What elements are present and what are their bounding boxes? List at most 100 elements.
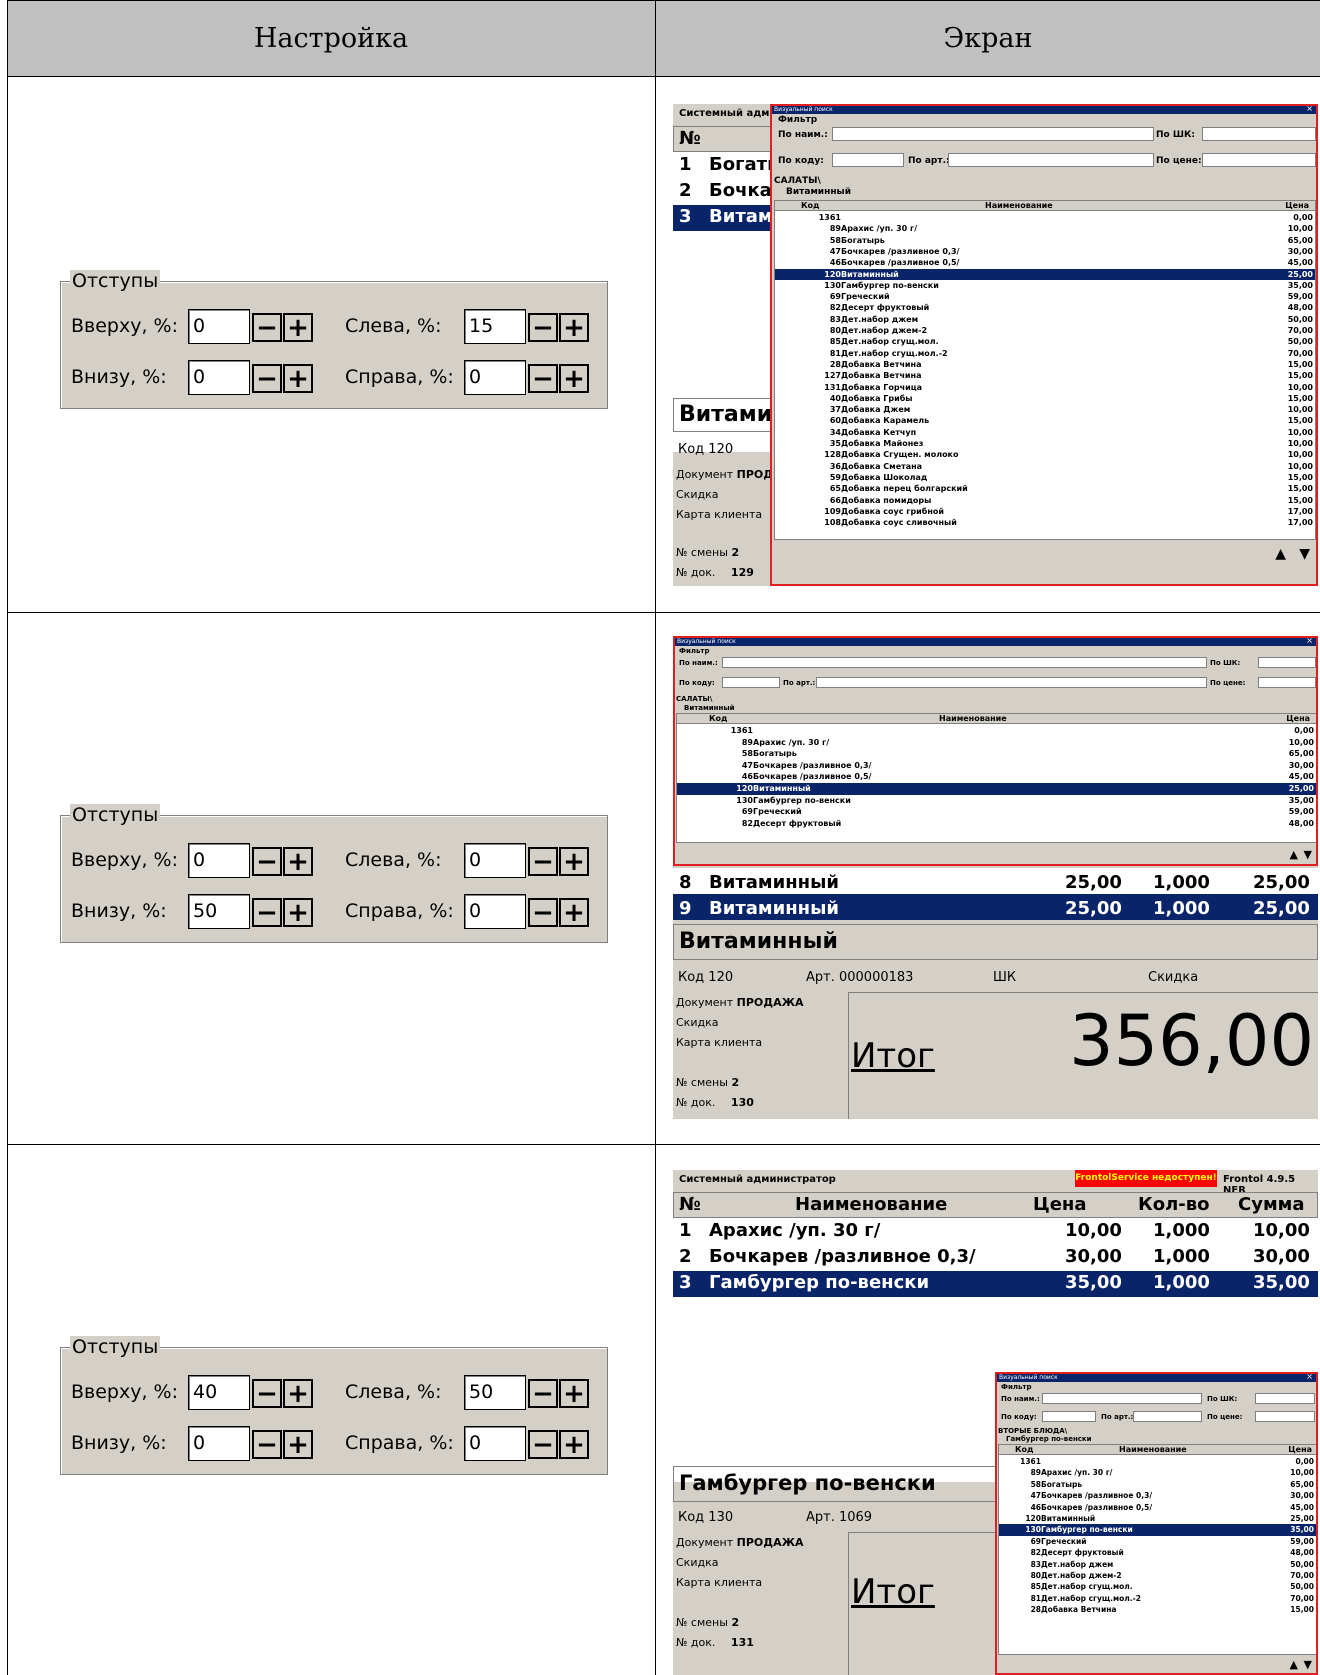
bottom-margin-decrement-button[interactable]: − — [252, 898, 282, 927]
top-margin-input[interactable]: 0 — [188, 309, 250, 344]
by-price-input[interactable] — [1255, 1411, 1315, 1422]
by-price-input[interactable] — [1258, 677, 1316, 688]
product-list-item[interactable]: 58 Богатырь 65,00 — [775, 235, 1315, 246]
top-margin-increment-button[interactable]: + — [283, 847, 313, 876]
product-list-item[interactable]: 59 Добавка Шоколад 15,00 — [775, 472, 1315, 483]
top-margin-decrement-button[interactable]: − — [252, 847, 282, 876]
top-margin-increment-button[interactable]: + — [283, 313, 313, 342]
bottom-margin-decrement-button[interactable]: − — [252, 364, 282, 393]
by-barcode-input[interactable] — [1258, 657, 1316, 668]
product-list-item[interactable]: 1361 0,00 — [999, 1456, 1316, 1467]
by-price-input[interactable] — [1202, 153, 1316, 167]
price-column-header[interactable]: Цена — [1285, 201, 1309, 210]
product-list-item[interactable]: 85 Дет.набор сгущ.мол. 50,00 — [775, 336, 1315, 347]
top-margin-input[interactable]: 0 — [188, 843, 250, 878]
by-art-input[interactable] — [816, 677, 1207, 688]
left-margin-increment-button[interactable]: + — [559, 1379, 589, 1408]
by-code-input[interactable] — [1042, 1411, 1096, 1422]
product-list-item[interactable]: 58 Богатырь 65,00 — [677, 748, 1316, 760]
product-list-item[interactable]: 89 Арахис /уп. 30 г/10,00 — [999, 1467, 1316, 1478]
product-list-item[interactable]: 81 Дет.набор сгущ.мол.-2 70,00 — [999, 1593, 1316, 1604]
code-column-header[interactable]: Код — [709, 714, 728, 723]
by-name-input[interactable] — [832, 127, 1154, 141]
product-list-item[interactable]: 46 Бочкарев /разливное 0,5/45,00 — [677, 771, 1316, 783]
product-list-item[interactable]: 58 Богатырь 65,00 — [999, 1479, 1316, 1490]
left-margin-decrement-button[interactable]: − — [528, 313, 558, 342]
right-margin-increment-button[interactable]: + — [559, 1430, 589, 1459]
scroll-down-icon[interactable]: ▼ — [1304, 1658, 1312, 1671]
product-list-item[interactable]: 82 Десерт фруктовый 48,00 — [677, 818, 1316, 830]
right-margin-input[interactable]: 0 — [464, 360, 526, 395]
bottom-margin-increment-button[interactable]: + — [283, 364, 313, 393]
right-margin-increment-button[interactable]: + — [559, 898, 589, 927]
by-code-input[interactable] — [722, 677, 780, 688]
product-list-item[interactable]: 69 Греческий 59,00 — [677, 806, 1316, 818]
scroll-up-icon[interactable]: ▲ — [1290, 1658, 1298, 1671]
code-column-header[interactable]: Код — [801, 201, 820, 210]
bottom-margin-increment-button[interactable]: + — [283, 1430, 313, 1459]
by-art-input[interactable] — [948, 153, 1154, 167]
top-margin-input[interactable]: 40 — [188, 1375, 250, 1410]
product-list-item[interactable]: 37 Добавка Джем 10,00 — [775, 404, 1315, 415]
right-margin-increment-button[interactable]: + — [559, 364, 589, 393]
price-column-header[interactable]: Цена — [1286, 714, 1310, 723]
product-list-item[interactable]: 89 Арахис /уп. 30 г/10,00 — [677, 737, 1316, 749]
product-list-item[interactable]: 28 Добавка Ветчина 15,00 — [999, 1604, 1316, 1615]
left-margin-increment-button[interactable]: + — [559, 313, 589, 342]
product-list-item[interactable]: 128 Добавка Сгущен. молоко 10,00 — [775, 449, 1315, 460]
product-list-item[interactable]: 120 Витаминный 25,00 — [999, 1513, 1316, 1524]
left-margin-increment-button[interactable]: + — [559, 847, 589, 876]
product-list-item[interactable]: 83 Дет.набор джем 50,00 — [999, 1559, 1316, 1570]
receipt-row-name[interactable]: Бочкарев /разливное 0,3/ — [709, 1246, 976, 1267]
product-list-item[interactable]: 65 Добавка перец болгарский 15,00 — [775, 483, 1315, 494]
product-list-item[interactable]: 83 Дет.набор джем 50,00 — [775, 314, 1315, 325]
bottom-margin-input[interactable]: 0 — [188, 1426, 250, 1461]
bottom-margin-decrement-button[interactable]: − — [252, 1430, 282, 1459]
by-name-input[interactable] — [1042, 1393, 1202, 1404]
product-list-item[interactable]: 28 Добавка Ветчина 15,00 — [775, 359, 1315, 370]
left-margin-input[interactable]: 50 — [464, 1375, 526, 1410]
left-margin-input[interactable]: 0 — [464, 843, 526, 878]
scroll-up-icon[interactable]: ▲ — [1290, 848, 1298, 861]
bottom-margin-input[interactable]: 50 — [188, 894, 250, 929]
product-list-item[interactable]: 66 Добавка помидоры 15,00 — [775, 495, 1315, 506]
top-margin-decrement-button[interactable]: − — [252, 1379, 282, 1408]
product-list-item[interactable]: 108 Добавка соус сливочный 17,00 — [775, 517, 1315, 528]
product-list-item[interactable]: 109 Добавка соус грибной 17,00 — [775, 506, 1315, 517]
product-list-item[interactable]: 82 Десерт фруктовый 48,00 — [999, 1547, 1316, 1558]
product-list-item[interactable]: 47 Бочкарев /разливное 0,3/30,00 — [775, 246, 1315, 257]
product-list-item[interactable]: 130 Гамбургер по-венски 35,00 — [999, 1524, 1316, 1536]
product-list[interactable]: Код Наименование Цена 1361 0,00 89 Арахис /… — [774, 200, 1316, 540]
by-code-input[interactable] — [832, 153, 904, 167]
close-icon[interactable]: × — [1306, 638, 1313, 645]
close-icon[interactable]: × — [1306, 106, 1313, 113]
right-margin-input[interactable]: 0 — [464, 894, 526, 929]
right-margin-decrement-button[interactable]: − — [528, 898, 558, 927]
product-list-item[interactable]: 130 Гамбургер по-венски 35,00 — [775, 280, 1315, 291]
product-list-item[interactable]: 82 Десерт фруктовый 48,00 — [775, 302, 1315, 313]
product-list-item[interactable]: 36 Добавка Сметана 10,00 — [775, 461, 1315, 472]
left-margin-decrement-button[interactable]: − — [528, 1379, 558, 1408]
product-list-item[interactable]: 89 Арахис /уп. 30 г/10,00 — [775, 223, 1315, 234]
right-margin-input[interactable]: 0 — [464, 1426, 526, 1461]
receipt-row-name[interactable]: Богать — [709, 154, 778, 175]
product-list[interactable]: Код Наименование Цена 1361 0,00 89 Арахис /… — [998, 1444, 1316, 1655]
bottom-margin-input[interactable]: 0 — [188, 360, 250, 395]
price-column-header[interactable]: Цена — [1288, 1445, 1312, 1454]
receipt-row-name[interactable]: Витаминный — [709, 872, 839, 893]
receipt-row-name-selected[interactable]: Витаминный — [709, 898, 839, 919]
by-art-input[interactable] — [1133, 1411, 1202, 1422]
product-list[interactable]: Код Наименование Цена 1361 0,00 89 Арахис /… — [676, 713, 1316, 843]
scroll-down-icon[interactable]: ▼ — [1304, 848, 1312, 861]
by-barcode-input[interactable] — [1255, 1393, 1315, 1404]
product-list-item[interactable]: 81 Дет.набор сгущ.мол.-2 70,00 — [775, 348, 1315, 359]
product-list-item[interactable]: 131 Добавка Горчица 10,00 — [775, 382, 1315, 393]
product-list-item[interactable]: 47 Бочкарев /разливное 0,3/30,00 — [999, 1490, 1316, 1501]
product-list-item[interactable]: 120 Витаминный 25,00 — [677, 783, 1316, 795]
right-margin-decrement-button[interactable]: − — [528, 364, 558, 393]
top-margin-decrement-button[interactable]: − — [252, 313, 282, 342]
product-list-item[interactable]: 69 Греческий 59,00 — [999, 1536, 1316, 1547]
product-list-item[interactable]: 35 Добавка Майонез 10,00 — [775, 438, 1315, 449]
product-list-item[interactable]: 1361 0,00 — [775, 212, 1315, 223]
product-list-item[interactable]: 80 Дет.набор джем-2 70,00 — [775, 325, 1315, 336]
